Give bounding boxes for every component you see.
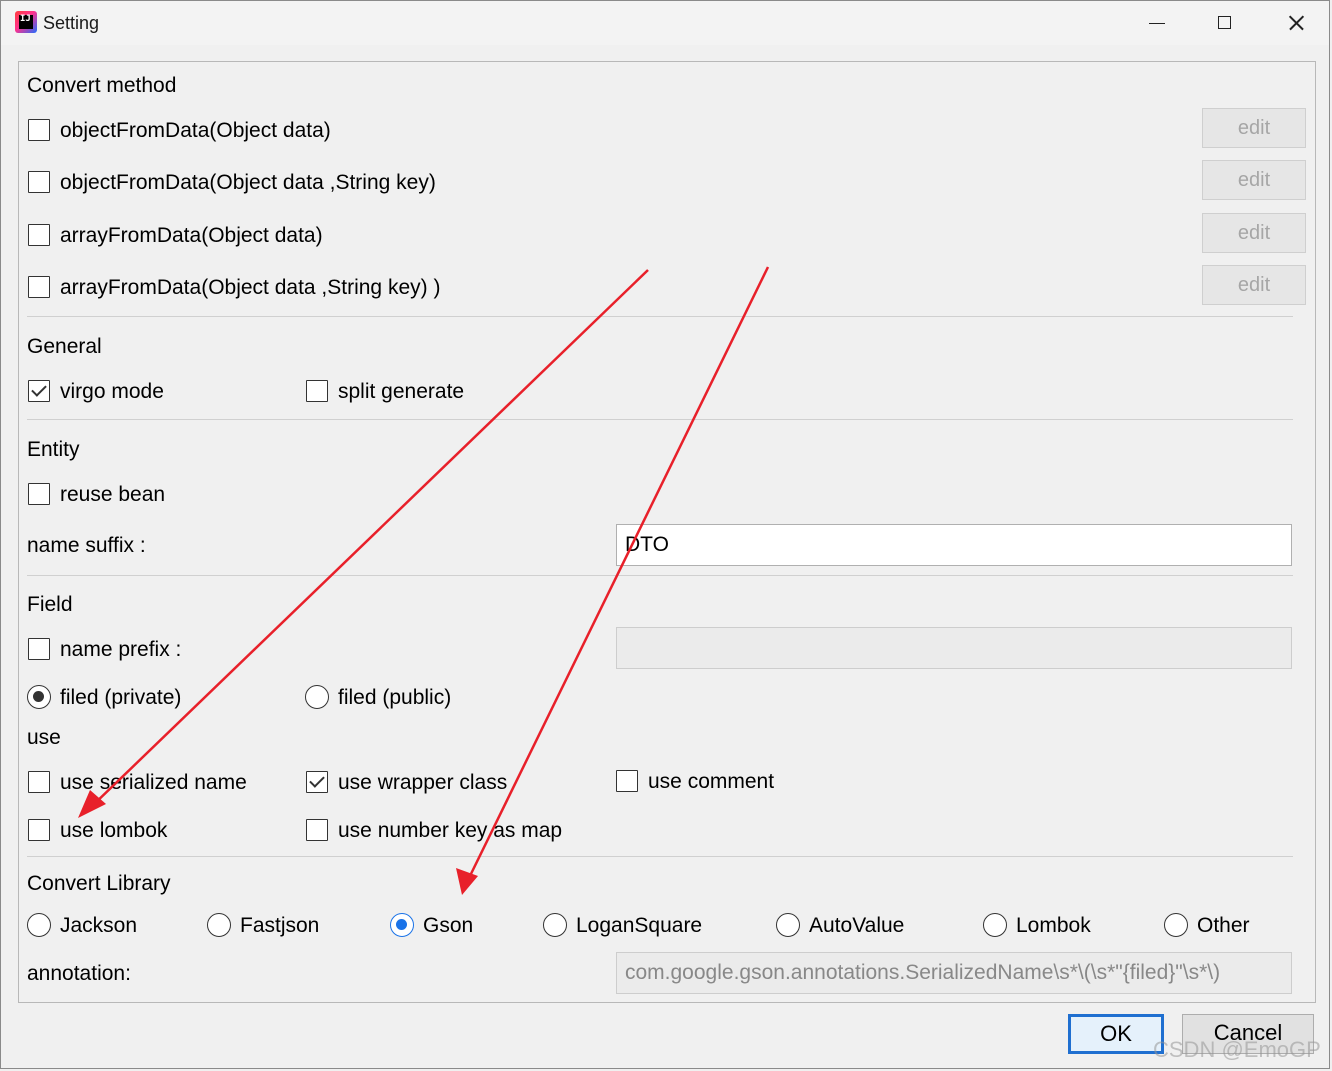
jackson-label: Jackson xyxy=(60,914,138,937)
array-from-data-label: arrayFromData(Object data) xyxy=(60,224,323,247)
use-wrapper-class-label: use wrapper class xyxy=(338,771,508,794)
filed-public-radio[interactable] xyxy=(305,685,329,709)
section-divider xyxy=(27,419,1293,420)
name-suffix-label: name suffix : xyxy=(27,534,146,557)
window-title: Setting xyxy=(43,13,100,33)
convert-library-heading: Convert Library xyxy=(27,872,171,895)
split-generate-label: split generate xyxy=(338,380,465,403)
intellij-app-icon: IJ xyxy=(15,11,37,33)
name-prefix-input[interactable] xyxy=(616,627,1292,669)
object-from-data-label: objectFromData(Object data) xyxy=(60,119,331,142)
entity-heading: Entity xyxy=(27,438,80,461)
array-from-data-key-label: arrayFromData(Object data ,String key) ) xyxy=(60,276,441,299)
use-serialized-name-checkbox[interactable] xyxy=(28,771,50,793)
array-from-data-key-edit-button[interactable]: edit xyxy=(1202,265,1306,305)
split-generate-checkbox[interactable] xyxy=(306,380,328,402)
filed-private-radio[interactable] xyxy=(27,685,51,709)
field-heading: Field xyxy=(27,593,73,616)
use-comment-label: use comment xyxy=(648,770,775,793)
maximize-icon[interactable] xyxy=(1203,5,1249,41)
object-from-data-key-label: objectFromData(Object data ,String key) xyxy=(60,171,436,194)
gson-label: Gson xyxy=(423,914,474,937)
convert-method-heading: Convert method xyxy=(27,74,177,97)
logansquare-label: LoganSquare xyxy=(576,914,703,937)
annotation-label: annotation: xyxy=(27,962,131,985)
logansquare-radio[interactable] xyxy=(543,913,567,937)
use-wrapper-class-checkbox[interactable] xyxy=(306,771,328,793)
fastjson-radio[interactable] xyxy=(207,913,231,937)
use-lombok-checkbox[interactable] xyxy=(28,819,50,841)
section-divider xyxy=(27,856,1293,857)
object-from-data-key-checkbox[interactable] xyxy=(28,171,50,193)
use-number-key-as-map-checkbox[interactable] xyxy=(306,819,328,841)
section-divider xyxy=(27,575,1293,576)
object-from-data-edit-button[interactable]: edit xyxy=(1202,108,1306,148)
lombok-radio[interactable] xyxy=(983,913,1007,937)
use-number-key-as-map-label: use number key as map xyxy=(338,819,563,842)
settings-dialog: IJ Setting Convert method objectFromData… xyxy=(0,0,1330,1069)
name-prefix-label: name prefix : xyxy=(60,638,182,661)
annotation-input[interactable]: com.google.gson.annotations.SerializedNa… xyxy=(616,952,1292,994)
array-from-data-key-checkbox[interactable] xyxy=(28,276,50,298)
autovalue-label: AutoValue xyxy=(809,914,905,937)
gson-radio[interactable] xyxy=(390,913,414,937)
use-heading: use xyxy=(27,726,61,749)
autovalue-radio[interactable] xyxy=(776,913,800,937)
reuse-bean-label: reuse bean xyxy=(60,483,166,506)
settings-panel: Convert method objectFromData(Object dat… xyxy=(18,61,1316,1003)
array-from-data-checkbox[interactable] xyxy=(28,224,50,246)
object-from-data-checkbox[interactable] xyxy=(28,119,50,141)
ok-button[interactable]: OK xyxy=(1068,1014,1164,1054)
virgo-mode-label: virgo mode xyxy=(60,380,164,403)
lombok-label: Lombok xyxy=(1016,914,1091,937)
name-suffix-input[interactable]: DTO xyxy=(616,524,1292,566)
use-lombok-label: use lombok xyxy=(60,819,168,842)
filed-public-label: filed (public) xyxy=(338,686,452,709)
csdn-watermark: CSDN @EmoGP xyxy=(1153,1037,1321,1062)
object-from-data-key-edit-button[interactable]: edit xyxy=(1202,160,1306,200)
virgo-mode-checkbox[interactable] xyxy=(28,380,50,402)
reuse-bean-checkbox[interactable] xyxy=(28,483,50,505)
name-prefix-checkbox[interactable] xyxy=(28,638,50,660)
other-label: Other xyxy=(1197,914,1250,937)
close-icon[interactable] xyxy=(1273,5,1319,41)
array-from-data-edit-button[interactable]: edit xyxy=(1202,213,1306,253)
jackson-radio[interactable] xyxy=(27,913,51,937)
other-radio[interactable] xyxy=(1164,913,1188,937)
general-heading: General xyxy=(27,335,102,358)
use-serialized-name-label: use serialized name xyxy=(60,771,247,794)
title-bar[interactable]: IJ Setting xyxy=(1,1,1329,45)
use-comment-checkbox[interactable] xyxy=(616,770,638,792)
fastjson-label: Fastjson xyxy=(240,914,320,937)
minimize-icon[interactable] xyxy=(1135,5,1181,41)
section-divider xyxy=(27,316,1293,317)
filed-private-label: filed (private) xyxy=(60,686,182,709)
